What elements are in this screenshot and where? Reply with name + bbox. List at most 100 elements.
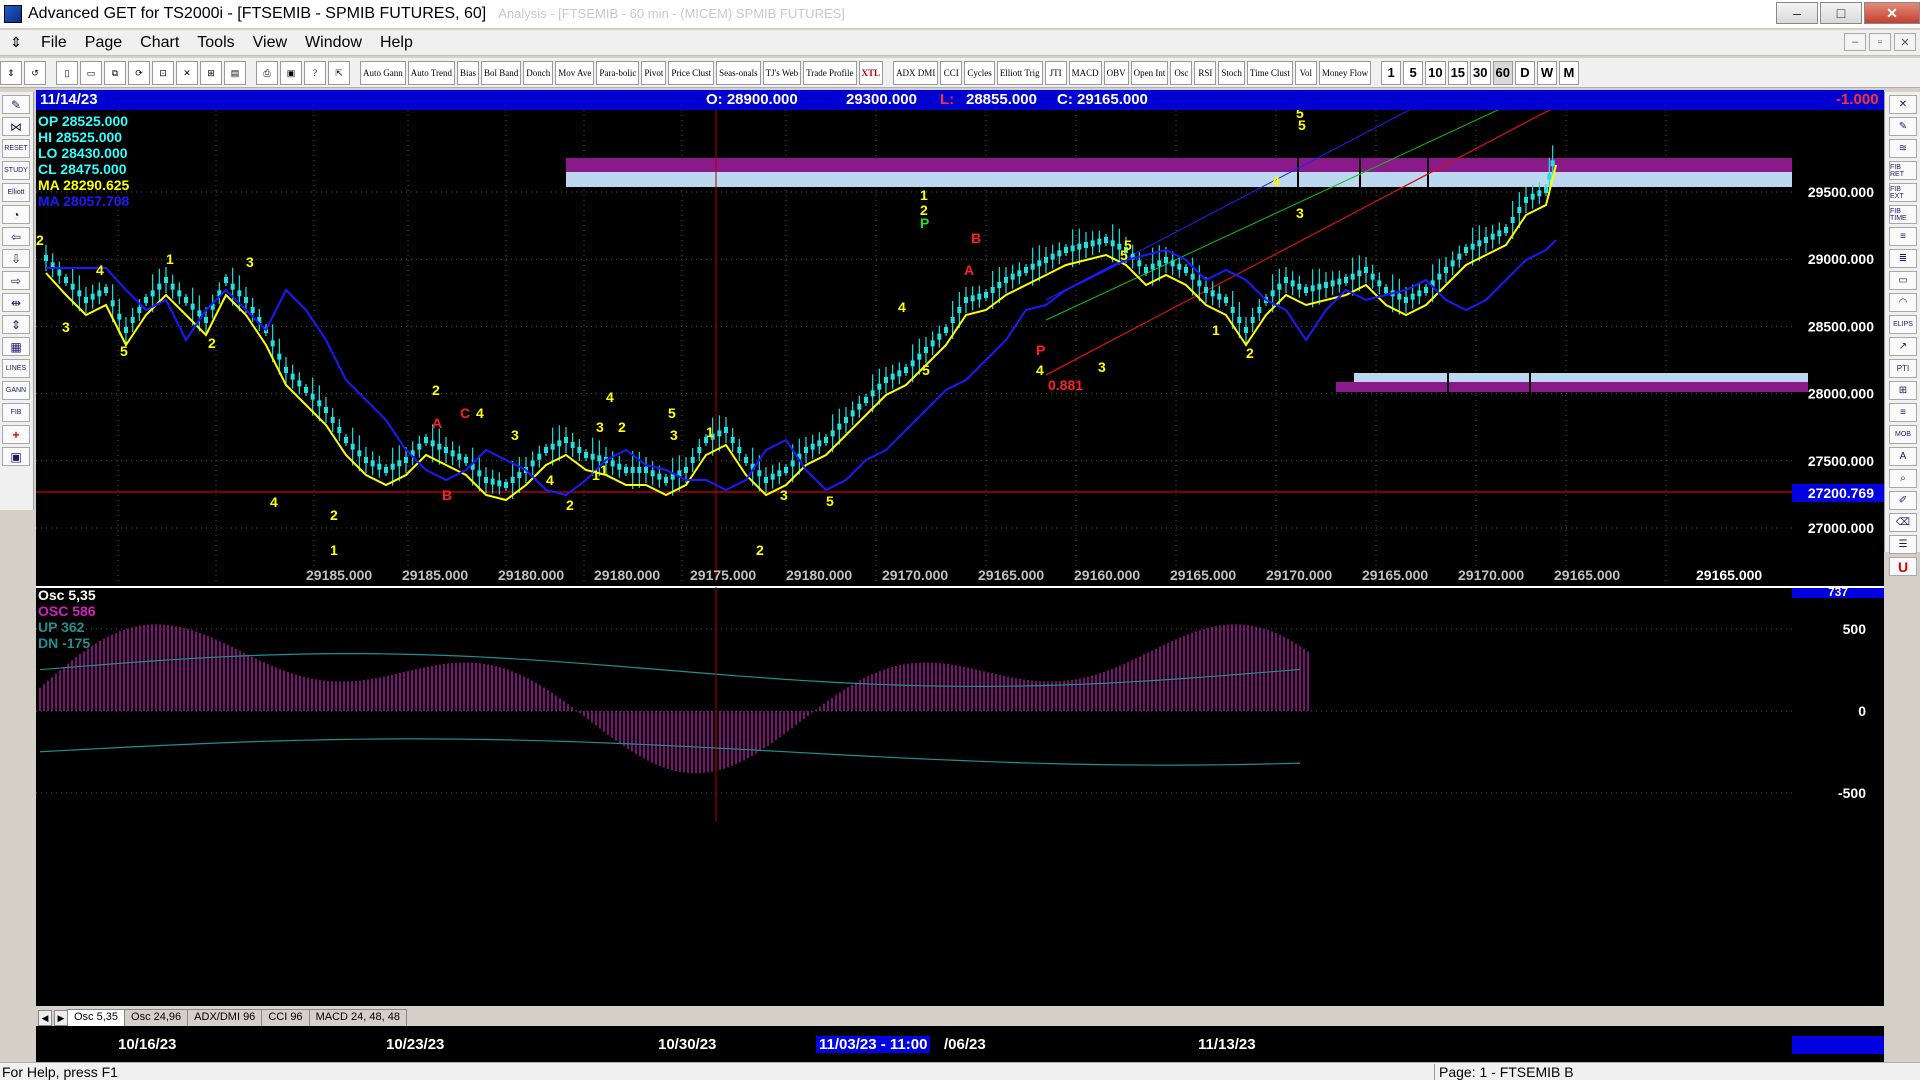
indicator-button[interactable]: CCI [940,60,963,85]
mdi-close-button[interactable]: ✕ [1894,33,1916,51]
period-button[interactable]: 15 [1447,60,1469,85]
text-icon[interactable]: A [1889,447,1917,466]
menu-file[interactable]: File [32,34,76,52]
indicator-button[interactable]: Money Flow [1318,60,1372,85]
magnet-icon[interactable]: U [1889,557,1917,576]
tab-osc-24-96[interactable]: Osc 24,96 [124,1009,189,1026]
grid-icon[interactable]: ⊞ [200,60,222,85]
menu-help[interactable]: Help [371,34,422,52]
tab-scroll-right-icon[interactable]: ▶ [54,1010,68,1026]
expand-horizontal-icon[interactable]: ⇹ [2,293,30,312]
fib-ret-icon[interactable]: FIB RET [1889,161,1917,180]
indicator-button[interactable]: Elliott Trig [996,60,1043,85]
study-button[interactable]: Price Clust [668,60,715,85]
indicator-button[interactable]: OBV [1103,60,1129,85]
mdi-restore-button[interactable]: ▫ [1869,33,1891,51]
pencil-icon[interactable]: ✎ [1889,117,1917,136]
copy-icon[interactable]: ⧉ [104,60,126,85]
document-icon[interactable]: ⇕ [8,34,24,52]
indicator-button[interactable]: Stoch [1218,60,1245,85]
elliott-icon[interactable]: Elliott [2,183,30,202]
arrow-icon[interactable]: ↺ [24,60,46,85]
menu-tools[interactable]: Tools [188,34,243,52]
study-button[interactable]: TJ's Web [762,60,802,85]
period-button[interactable]: D [1514,60,1535,85]
fan-icon[interactable]: ≋ [1889,139,1917,158]
study-icon[interactable]: STUDY [2,161,30,180]
study-button[interactable]: Para-bolic [596,60,640,85]
reset-icon[interactable]: RESET [2,139,30,158]
indicator-button[interactable]: ADX DMI [893,60,939,85]
fib-ext-icon[interactable]: FIB EXT [1889,183,1917,202]
channel-lines-icon[interactable]: ≡ [1889,403,1917,422]
magnify-icon[interactable]: ⌕ [1889,469,1917,488]
lines-icon[interactable]: LINES [2,359,30,378]
expand-vertical-icon[interactable]: ⇕ [2,315,30,334]
study-button[interactable]: Pivot [641,60,667,85]
indicator-button[interactable]: Vol [1294,60,1317,85]
refresh-icon[interactable]: ⟳ [128,60,150,85]
open-icon[interactable]: ▭ [80,60,102,85]
delete-icon[interactable]: ✕ [176,60,198,85]
indicator-button[interactable]: Time Clust [1246,60,1293,85]
cycle-icon[interactable]: ◠ [1889,293,1917,312]
close-x-icon[interactable]: ✕ [1889,95,1917,114]
pti-icon[interactable]: PTI [1889,359,1917,378]
study-button[interactable]: Donch [523,60,554,85]
minimize-button[interactable]: – [1776,2,1818,24]
indicator-button[interactable]: MACD [1068,60,1102,85]
tab-cci[interactable]: CCI 96 [261,1009,310,1026]
period-button[interactable]: W [1536,60,1557,85]
period-button[interactable]: 1 [1381,60,1402,85]
menu-view[interactable]: View [244,34,296,52]
period-button[interactable]: M [1558,60,1579,85]
study-button[interactable]: Auto Trend [407,60,456,85]
study-button[interactable]: Bol Band [481,60,522,85]
channel-icon[interactable]: ≣ [1889,249,1917,268]
period-button[interactable]: 30 [1470,60,1491,85]
grid-box-icon[interactable]: ▦ [2,337,30,356]
tab-scroll-left-icon[interactable]: ◀ [38,1010,52,1026]
indicator-button[interactable]: Osc [1170,60,1193,85]
menu-page[interactable]: Page [76,34,131,52]
tab-osc-5-35[interactable]: Osc 5,35 [67,1009,126,1026]
mob-icon[interactable]: MOB [1889,425,1917,444]
menu-chart[interactable]: Chart [131,34,188,52]
period-button[interactable]: 60 [1492,60,1513,85]
square-grid-icon[interactable]: ⊞ [1889,381,1917,400]
gann-fan-icon[interactable]: ≡ [1889,227,1917,246]
new-page-icon[interactable]: ▯ [56,60,78,85]
menu-window[interactable]: Window [296,34,371,52]
study-button[interactable]: Seas-onals [716,60,761,85]
period-button[interactable]: 10 [1425,60,1446,85]
pointer-icon[interactable]: ⇕ [0,60,22,85]
crosshair-icon[interactable]: + [2,425,30,444]
fib-time-icon[interactable]: FIB TIME [1889,205,1917,224]
lines-stack-icon[interactable]: ☰ [1889,535,1917,554]
study-button[interactable]: Bias [457,60,480,85]
marker-icon[interactable]: ✐ [1889,491,1917,510]
arrow-right-icon[interactable]: ⇨ [2,271,30,290]
table-icon[interactable]: ▤ [224,60,246,85]
tab-macd[interactable]: MACD 24, 48, 48 [308,1009,407,1026]
preview-icon[interactable]: ▣ [280,60,302,85]
indicator-button[interactable]: Open Int [1130,60,1169,85]
price-chart[interactable]: OP 28525.000HI 28525.000LO 28430.000CL 2… [36,110,1884,1006]
pen-icon[interactable]: ✎ [2,95,30,114]
help-pointer-icon[interactable]: ⇱ [328,60,350,85]
save-layout-icon[interactable]: ▣ [2,447,30,466]
rectangle-icon[interactable]: ▭ [1889,271,1917,290]
arrow-down-icon[interactable]: ⇩ [2,249,30,268]
mouse-icon[interactable]: ◔ [2,205,30,224]
fib-pattern-icon[interactable]: ⋈ [2,117,30,136]
maximize-button[interactable]: □ [1820,2,1862,24]
zoom-icon[interactable]: ⊡ [152,60,174,85]
ellipse-icon[interactable]: ELIPS [1889,315,1917,334]
chart-window[interactable]: 11/14/23 O: 28900.000 29300.000 L: 28855… [36,90,1884,1062]
indicator-button[interactable]: RSI [1194,60,1217,85]
eraser-icon[interactable]: ⌫ [1889,513,1917,532]
study-button[interactable]: Trade Profile [803,60,857,85]
print-icon[interactable]: ⎙ [256,60,278,85]
info-icon[interactable]: ? [304,60,326,85]
study-button[interactable]: Mov Ave [555,60,595,85]
